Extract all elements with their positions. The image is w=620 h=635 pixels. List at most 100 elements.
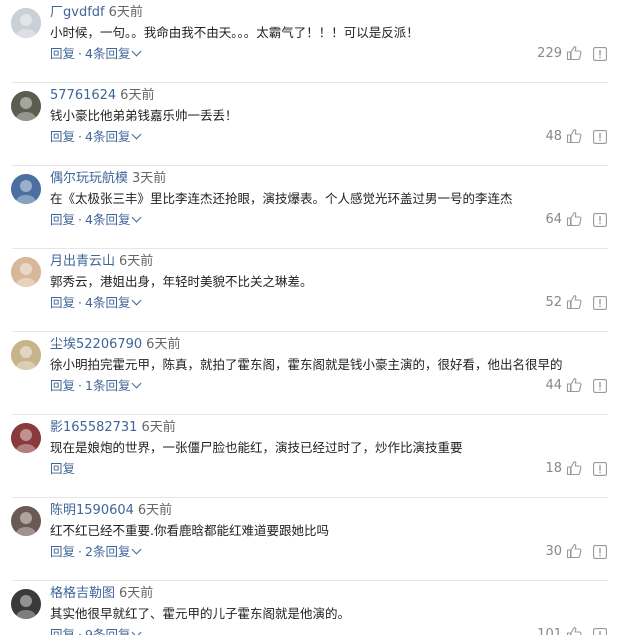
timestamp: 6天前 — [119, 254, 154, 269]
reply-button[interactable]: 回复 — [50, 129, 75, 144]
report-icon[interactable] — [593, 295, 607, 310]
reply-button[interactable]: 回复 — [50, 378, 75, 393]
username[interactable]: 格格吉勒图 — [50, 586, 115, 601]
report-icon[interactable] — [593, 212, 607, 227]
reply-button[interactable]: 回复 — [50, 212, 75, 227]
timestamp: 6天前 — [120, 88, 155, 103]
username[interactable]: 影165582731 — [50, 420, 137, 435]
thumb-up-icon[interactable] — [566, 626, 582, 635]
avatar[interactable] — [11, 174, 41, 204]
view-replies-button[interactable]: 4条回复 — [85, 295, 142, 310]
comment-actions: 回复 — [50, 461, 75, 477]
username[interactable]: 陈明1590604 — [50, 503, 134, 518]
report-icon[interactable] — [593, 46, 607, 61]
avatar-image — [11, 8, 41, 38]
replies-count-label: 4条回复 — [85, 129, 131, 144]
username[interactable]: 月出青云山 — [50, 254, 115, 269]
thumb-up-icon[interactable] — [566, 294, 582, 310]
avatar-image — [11, 257, 41, 287]
avatar[interactable] — [11, 257, 41, 287]
comment-item: 厂gvdfdf 6天前 小时候，一句。。我命由我不由天。。。太霸气了！！！可以是反… — [0, 0, 620, 83]
comment-item: 陈明1590604 6天前 红不红已经不重要.你看鹿晗都能红难道要跟她比吗 回复 ·… — [0, 498, 620, 581]
avatar-image — [11, 174, 41, 204]
avatar[interactable] — [11, 91, 41, 121]
avatar-image — [11, 423, 41, 453]
comment-actions: 回复 · 4条回复 — [50, 295, 142, 311]
report-icon[interactable] — [593, 129, 607, 144]
view-replies-button[interactable]: 4条回复 — [85, 129, 142, 144]
comment-header: 厂gvdfdf 6天前 — [50, 5, 143, 21]
reply-button[interactable]: 回复 — [50, 46, 75, 61]
thumb-up-icon[interactable] — [566, 543, 582, 559]
reply-button[interactable]: 回复 — [50, 295, 75, 310]
timestamp: 6天前 — [108, 5, 143, 20]
separator-dot: · — [78, 129, 82, 144]
separator-dot: · — [78, 212, 82, 227]
replies-count-label: 2条回复 — [85, 544, 131, 559]
avatar-image — [11, 91, 41, 121]
avatar[interactable] — [11, 8, 41, 38]
like-count: 18 — [545, 461, 562, 476]
like-count: 52 — [545, 295, 562, 310]
comment-actions: 回复 · 4条回复 — [50, 46, 142, 62]
like-count: 44 — [545, 378, 562, 393]
comment-actions: 回复 · 2条回复 — [50, 544, 142, 560]
chevron-down-icon — [132, 295, 142, 306]
separator-dot: · — [78, 46, 82, 61]
comment-text: 徐小明拍完霍元甲，陈真，就拍了霍东阁，霍东阁就是钱小豪主演的，很好看，他出名很早… — [50, 357, 563, 372]
chevron-down-icon — [132, 129, 142, 140]
comment-header: 影165582731 6天前 — [50, 420, 176, 436]
separator-dot: · — [78, 627, 82, 635]
separator-dot: · — [78, 378, 82, 393]
reply-button[interactable]: 回复 — [50, 627, 75, 635]
comment-text: 郭秀云，港姐出身，年轻时美貌不比关之琳差。 — [50, 274, 313, 289]
avatar[interactable] — [11, 506, 41, 536]
avatar-image — [11, 340, 41, 370]
username[interactable]: 厂gvdfdf — [50, 5, 105, 20]
replies-count-label: 9条回复 — [85, 627, 131, 635]
reply-button[interactable]: 回复 — [50, 544, 75, 559]
comment-actions: 回复 · 1条回复 — [50, 378, 142, 394]
comment-text: 小时候，一句。。我命由我不由天。。。太霸气了！！！可以是反派！ — [50, 25, 419, 40]
view-replies-button[interactable]: 4条回复 — [85, 212, 142, 227]
separator-dot: · — [78, 544, 82, 559]
comment-text: 红不红已经不重要.你看鹿晗都能红难道要跟她比吗 — [50, 523, 329, 538]
comment-header: 格格吉勒图 6天前 — [50, 586, 153, 602]
comment-text: 其实他很早就红了、霍元甲的儿子霍东阁就是他演的。 — [50, 606, 351, 621]
comment-header: 陈明1590604 6天前 — [50, 503, 172, 519]
report-icon[interactable] — [593, 378, 607, 393]
view-replies-button[interactable]: 1条回复 — [85, 378, 142, 393]
comment-text: 钱小豪比他弟弟钱嘉乐帅一丢丢！ — [50, 108, 238, 123]
avatar[interactable] — [11, 423, 41, 453]
chevron-down-icon — [132, 544, 142, 555]
chevron-down-icon — [132, 378, 142, 389]
avatar[interactable] — [11, 589, 41, 619]
chevron-down-icon — [132, 46, 142, 57]
comment-item: 57761624 6天前 钱小豪比他弟弟钱嘉乐帅一丢丢！ 回复 · 4条回复 48 — [0, 83, 620, 166]
timestamp: 6天前 — [137, 503, 173, 518]
report-icon[interactable] — [593, 544, 607, 559]
reply-button[interactable]: 回复 — [50, 461, 75, 476]
chevron-down-icon — [132, 627, 142, 635]
thumb-up-icon[interactable] — [566, 128, 582, 144]
comment-header: 57761624 6天前 — [50, 88, 154, 104]
thumb-up-icon[interactable] — [566, 211, 582, 227]
report-icon[interactable] — [593, 627, 607, 635]
replies-count-label: 4条回复 — [85, 212, 131, 227]
report-icon[interactable] — [593, 461, 607, 476]
like-count: 101 — [537, 627, 562, 635]
timestamp: 3天前 — [132, 171, 167, 186]
view-replies-button[interactable]: 2条回复 — [85, 544, 142, 559]
comment-item: 月出青云山 6天前 郭秀云，港姐出身，年轻时美貌不比关之琳差。 回复 · 4条回复 5… — [0, 249, 620, 332]
avatar[interactable] — [11, 340, 41, 370]
thumb-up-icon[interactable] — [566, 377, 582, 393]
thumb-up-icon[interactable] — [566, 45, 582, 61]
comment-list: 厂gvdfdf 6天前 小时候，一句。。我命由我不由天。。。太霸气了！！！可以是反… — [0, 0, 620, 635]
like-count: 64 — [545, 212, 562, 227]
username[interactable]: 57761624 — [50, 88, 116, 103]
view-replies-button[interactable]: 4条回复 — [85, 46, 142, 61]
thumb-up-icon[interactable] — [566, 460, 582, 476]
view-replies-button[interactable]: 9条回复 — [85, 627, 142, 635]
username[interactable]: 偶尔玩玩航模 — [50, 171, 128, 186]
username[interactable]: 尘埃52206790 — [50, 337, 142, 352]
